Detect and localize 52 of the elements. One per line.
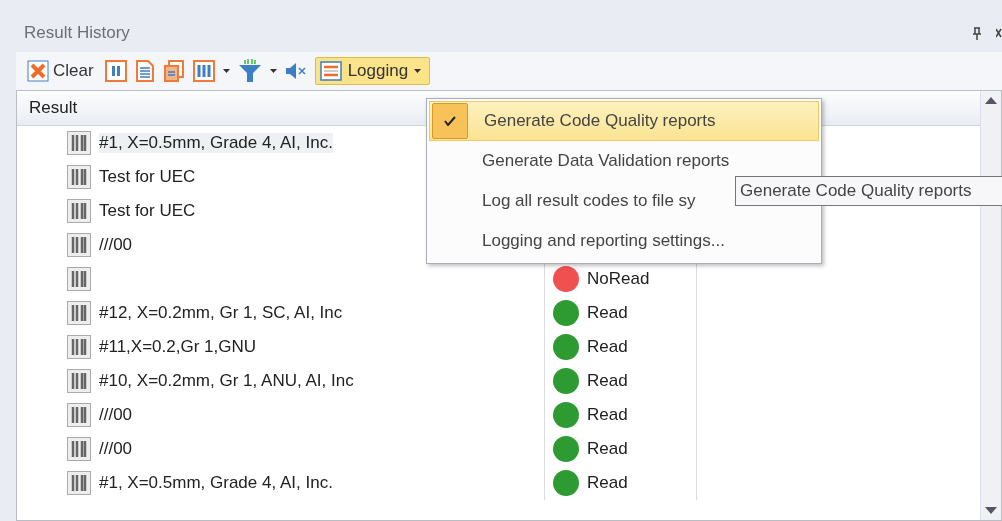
scroll-up-icon[interactable] [985, 97, 997, 104]
status-text: Read [587, 371, 628, 391]
barcode-icon [67, 301, 91, 325]
result-text: #12, X=0.2mm, Gr 1, SC, AI, Inc [99, 303, 343, 323]
status-text: NoRead [587, 269, 650, 289]
barcode-icon [67, 131, 91, 155]
result-text: #1, X=0.5mm, Grade 4, AI, Inc. [99, 133, 333, 153]
menu-item[interactable]: Generate Code Quality reports [429, 101, 819, 141]
barcode-icon [67, 369, 91, 393]
status-text: Read [587, 337, 628, 357]
columns-icon[interactable] [192, 60, 215, 82]
caret-icon[interactable] [414, 69, 422, 73]
status-text: Read [587, 473, 628, 493]
menu-item[interactable]: Generate Data Validation reports [429, 141, 735, 181]
menu-item[interactable]: Logging and reporting settings... [429, 221, 730, 261]
barcode-icon [67, 165, 91, 189]
close-icon[interactable] [996, 28, 1002, 38]
mute-icon[interactable] [284, 62, 307, 80]
result-text: #1, X=0.5mm, Grade 4, AI, Inc. [99, 473, 333, 493]
result-text: ///00 [99, 235, 133, 255]
barcode-icon [67, 267, 91, 291]
menu-item[interactable]: Log all result codes to file sy [429, 181, 701, 221]
barcode-icon [67, 199, 91, 223]
result-text: Test for UEC [99, 167, 196, 187]
result-text: #11,X=0.2,Gr 1,GNU [99, 337, 256, 357]
document-icon[interactable] [134, 60, 155, 82]
panel-title: Result History [24, 23, 131, 43]
barcode-icon [67, 437, 91, 461]
log-icon [319, 61, 342, 81]
barcode-icon [67, 233, 91, 257]
barcode-icon [67, 335, 91, 359]
caret-icon[interactable] [222, 69, 230, 73]
tooltip: Generate Code Quality reports [735, 176, 1002, 206]
barcode-icon [67, 471, 91, 495]
scroll-down-icon[interactable] [985, 507, 997, 514]
clear-button[interactable]: Clear [24, 57, 97, 85]
result-text: Test for UEC [99, 201, 196, 221]
filter-icon[interactable] [237, 59, 262, 83]
copy-icon[interactable] [162, 60, 185, 82]
pin-icon[interactable] [972, 26, 982, 40]
result-text: ///00 [99, 439, 133, 459]
caret-icon[interactable] [269, 69, 277, 73]
result-text: ///00 [99, 405, 133, 425]
pause-icon[interactable] [104, 60, 127, 82]
logging-button[interactable]: Logging [314, 57, 431, 85]
status-text: Read [587, 405, 628, 425]
result-text: #10, X=0.2mm, Gr 1, ANU, AI, Inc [99, 371, 354, 391]
close-icon [27, 60, 49, 82]
barcode-icon [67, 403, 91, 427]
scrollbar[interactable] [980, 91, 1001, 520]
status-text: Read [587, 303, 628, 323]
status-text: Read [587, 439, 628, 459]
